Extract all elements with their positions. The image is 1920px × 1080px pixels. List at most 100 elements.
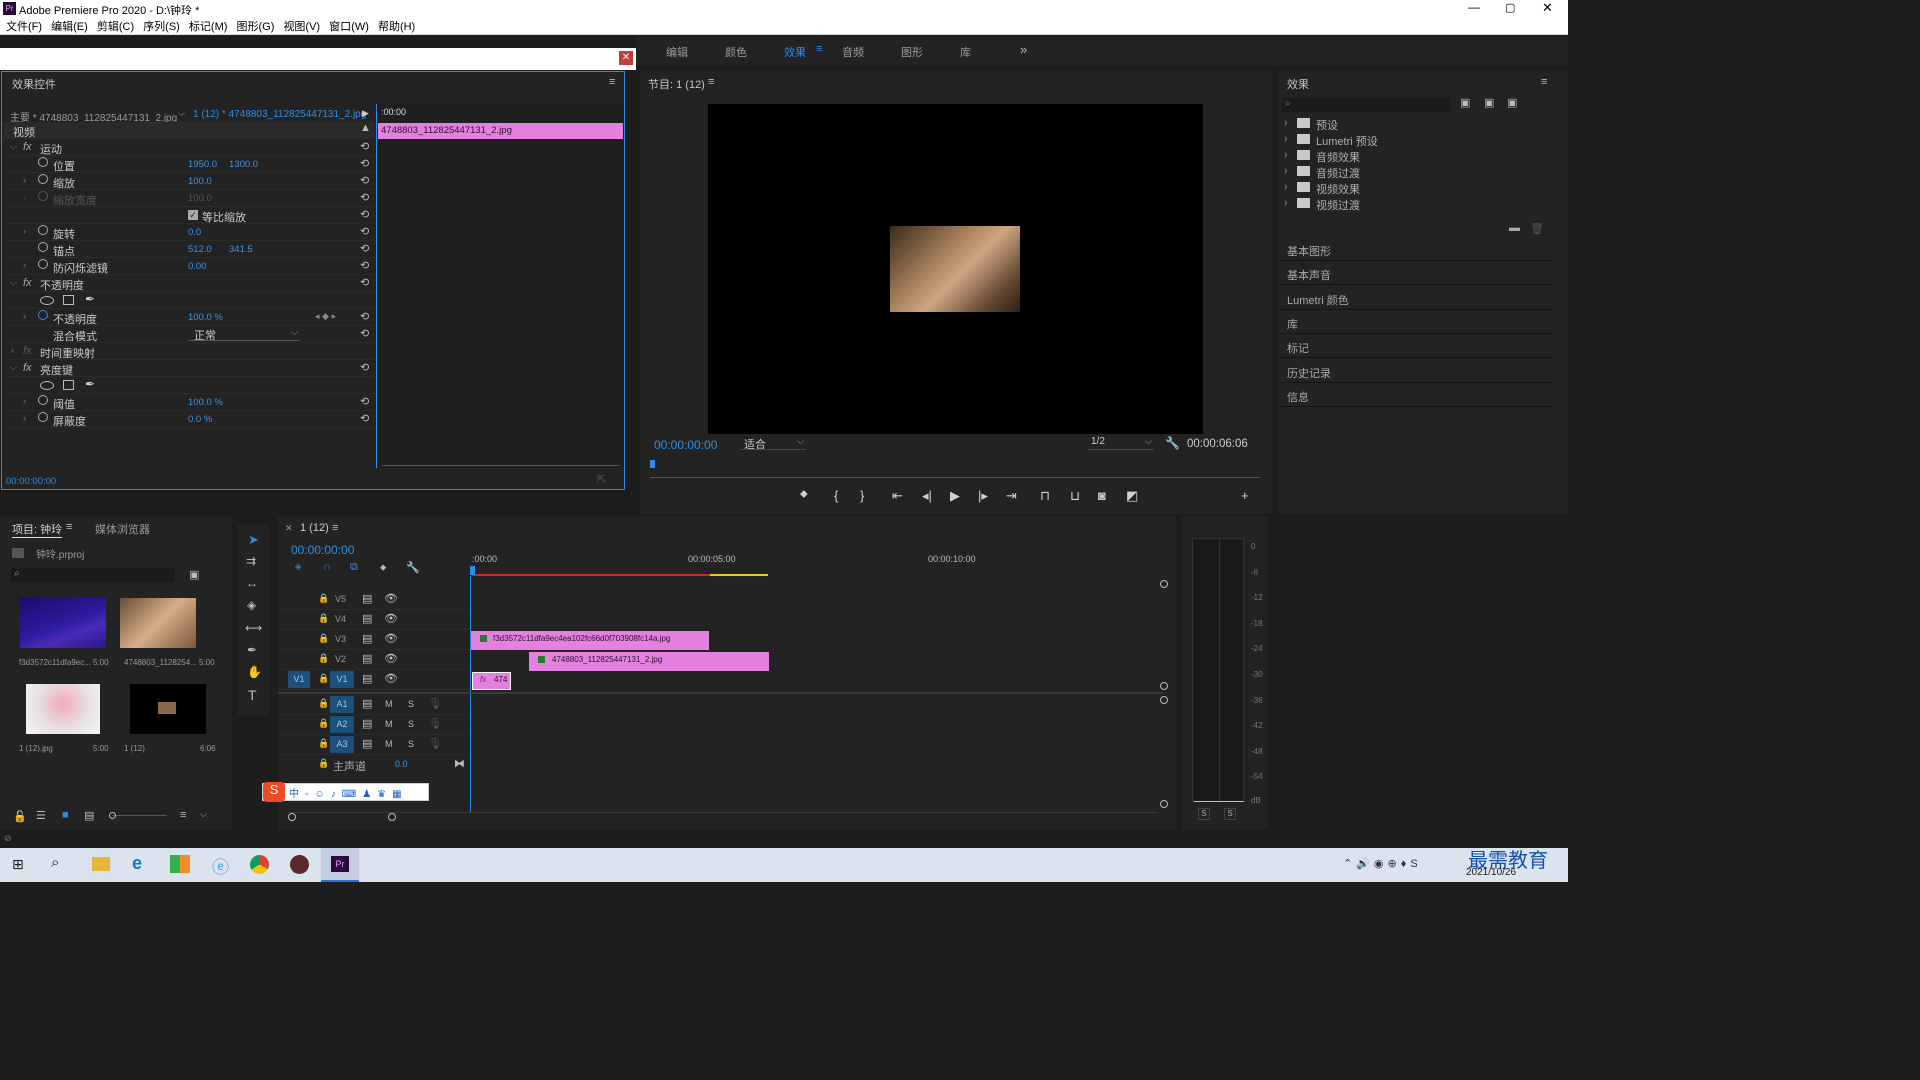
- go-to-in-icon[interactable]: ⇤: [892, 488, 903, 504]
- chevron-right-icon[interactable]: ›: [23, 396, 26, 406]
- solo-button[interactable]: S: [408, 739, 414, 749]
- type-tool-icon[interactable]: T: [248, 687, 257, 703]
- project-item[interactable]: f3d3572c11dfa9ec... 5:00: [10, 594, 116, 676]
- menu-graphics[interactable]: 图形(G): [236, 18, 274, 34]
- lock-icon[interactable]: 🔒: [318, 633, 329, 644]
- video-audio-divider[interactable]: [278, 692, 1163, 694]
- mute-button[interactable]: M: [385, 699, 393, 709]
- program-timecode[interactable]: 00:00:00:00: [654, 438, 717, 452]
- maximize-button[interactable]: ▢: [1505, 1, 1515, 14]
- folder-audio-transitions[interactable]: › 音频过渡: [1280, 164, 1548, 180]
- project-item[interactable]: 4748803_1128254... 5:00: [114, 594, 220, 676]
- checkbox-icon[interactable]: ✓: [188, 210, 198, 220]
- menu-file[interactable]: 文件(F): [6, 18, 42, 34]
- ripple-edit-tool-icon[interactable]: ↔: [246, 576, 258, 590]
- sync-lock-icon[interactable]: ▤: [362, 592, 372, 605]
- media-player-icon[interactable]: [290, 855, 309, 874]
- play-arrow-icon[interactable]: ▶: [362, 108, 369, 119]
- clip-v3[interactable]: f3d3572c11dfa9ec4ea102fc66d0f703908fc14a…: [471, 631, 709, 650]
- rotation-row[interactable]: › 旋转 0.0 ⟲: [3, 224, 375, 241]
- lock-icon[interactable]: 🔒: [318, 673, 329, 684]
- edge-icon[interactable]: e: [132, 853, 142, 874]
- master-volume[interactable]: 0.0: [395, 759, 408, 769]
- project-tab[interactable]: 项目: 钟玲: [12, 521, 63, 538]
- export-frame-icon[interactable]: ⇱: [597, 473, 606, 486]
- nest-icon[interactable]: ⚹: [295, 561, 302, 574]
- track-a3[interactable]: 🔒 A3 ▤ M S 🎙: [278, 735, 470, 755]
- stopwatch-icon[interactable]: [38, 242, 48, 252]
- ellipse-mask-icon[interactable]: [40, 381, 54, 390]
- stopwatch-icon[interactable]: [38, 174, 48, 184]
- sequence-tab[interactable]: 1 (12): [300, 522, 329, 534]
- selection-tool-icon[interactable]: ➤: [248, 532, 259, 548]
- menu-view[interactable]: 视图(V): [283, 18, 320, 34]
- camera-icon[interactable]: ◙: [1098, 488, 1106, 503]
- lock-icon[interactable]: 🔒: [318, 613, 329, 624]
- menu-clip[interactable]: 剪辑(C): [97, 18, 134, 34]
- go-to-end-icon[interactable]: ⧓: [454, 757, 465, 770]
- blend-mode-select[interactable]: 正常 ⌵: [188, 327, 300, 342]
- cutoff-value[interactable]: 0.0 %: [188, 414, 212, 425]
- reset-icon[interactable]: ⟲: [360, 140, 369, 153]
- reset-icon[interactable]: ⟲: [360, 157, 369, 170]
- reset-icon[interactable]: ⟲: [360, 361, 369, 374]
- chevron-down-icon[interactable]: ⌵: [10, 141, 17, 152]
- clip-v2[interactable]: 4748803_112825447131_2.jpg: [529, 652, 769, 671]
- chevron-right-icon[interactable]: ›: [23, 260, 26, 270]
- sync-lock-icon[interactable]: ▤: [362, 672, 372, 685]
- menu-sequence[interactable]: 序列(S): [143, 18, 180, 34]
- razor-tool-icon[interactable]: ◈: [247, 598, 256, 612]
- track-label[interactable]: A2: [330, 716, 354, 733]
- track-label[interactable]: A1: [330, 696, 354, 713]
- add-marker-icon[interactable]: ⬥: [800, 488, 808, 501]
- scroll-handle[interactable]: [1160, 580, 1168, 588]
- wrench-icon[interactable]: 🔧: [406, 561, 420, 574]
- panel-essential-sound[interactable]: 基本声音: [1280, 261, 1554, 285]
- lock-icon[interactable]: 🔓: [13, 810, 27, 823]
- chevron-right-icon[interactable]: ›: [23, 226, 26, 236]
- close-icon[interactable]: ✕: [619, 51, 633, 65]
- workspace-audio[interactable]: 音频: [842, 44, 864, 60]
- timeline-ruler[interactable]: :00:00 00:00:05:00 00:00:10:00: [470, 550, 1162, 576]
- rectangle-mask-icon[interactable]: [63, 295, 74, 305]
- track-a2[interactable]: 🔒 A2 ▤ M S 🎙: [278, 715, 470, 735]
- panel-history[interactable]: 历史记录: [1280, 359, 1554, 383]
- chevron-right-icon[interactable]: ›: [23, 311, 26, 321]
- solo-right-button[interactable]: S: [1224, 808, 1236, 820]
- chevron-down-icon[interactable]: ⌵: [10, 362, 17, 373]
- project-item[interactable]: 1 (12) 6:06: [114, 680, 220, 762]
- pen-mask-icon[interactable]: ✒: [85, 377, 95, 391]
- extract-icon[interactable]: ⊔: [1070, 488, 1080, 504]
- scroll-handle[interactable]: [288, 813, 296, 821]
- panel-menu-icon[interactable]: ≡: [1541, 76, 1547, 88]
- menu-marker[interactable]: 标记(M): [189, 18, 228, 34]
- scroll-up-icon[interactable]: ▲: [360, 122, 371, 134]
- clip-v1[interactable]: fx 474: [472, 672, 511, 690]
- reset-icon[interactable]: ⟲: [360, 191, 369, 204]
- close-tab-icon[interactable]: ✕: [285, 523, 293, 534]
- pen-tool-icon[interactable]: ✒: [247, 643, 257, 657]
- mic-icon[interactable]: 🎙: [428, 737, 442, 750]
- ec-clip[interactable]: 4748803_112825447131_2.jpg: [378, 123, 623, 139]
- panel-menu-icon[interactable]: ≡: [66, 521, 72, 533]
- ec-timeline[interactable]: :00:00 4748803_112825447131_2.jpg: [376, 104, 624, 468]
- reset-icon[interactable]: ⟲: [360, 276, 369, 289]
- project-item[interactable]: 1 (12).jpg 5:00: [10, 680, 116, 762]
- anchor-x[interactable]: 512.0: [188, 244, 212, 255]
- add-marker-icon[interactable]: ⬥: [380, 562, 386, 573]
- flicker-value[interactable]: 0.00: [188, 261, 207, 272]
- play-icon[interactable]: ▶: [950, 488, 960, 504]
- yuv-effects-icon[interactable]: ▣: [1507, 96, 1517, 109]
- program-scrubber[interactable]: [650, 460, 1260, 478]
- scale-row[interactable]: › 缩放 100.0 ⟲: [3, 173, 375, 190]
- position-y[interactable]: 1300.0: [229, 159, 258, 170]
- opacity-group-row[interactable]: ⌵ fx 不透明度 ⟲: [3, 275, 375, 292]
- find-icon[interactable]: ▣: [189, 568, 199, 581]
- scale-value[interactable]: 100.0: [188, 176, 212, 187]
- position-row[interactable]: 位置 1950.0 1300.0 ⟲: [3, 156, 375, 173]
- project-search-input[interactable]: ⌕: [11, 568, 175, 582]
- lock-icon[interactable]: 🔒: [318, 698, 329, 709]
- mic-icon[interactable]: 🎙: [428, 717, 442, 730]
- chevron-down-icon[interactable]: ⌵: [10, 277, 17, 288]
- folder-lumetri-presets[interactable]: › Lumetri 预设: [1280, 132, 1548, 148]
